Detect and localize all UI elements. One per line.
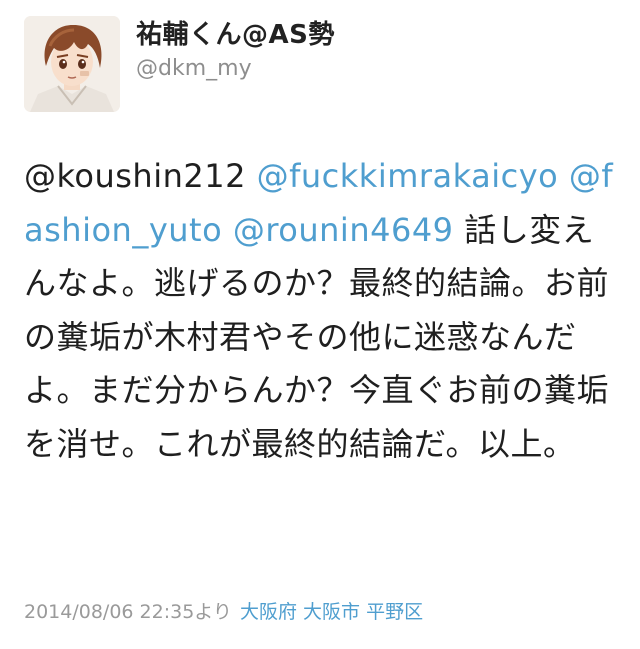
tweet-header: 祐輔くん@AS勢 @dkm_my <box>24 16 616 112</box>
mention-link[interactable]: @koushin212 <box>24 157 246 195</box>
author-names: 祐輔くん@AS勢 @dkm_my <box>136 18 335 84</box>
tweet-timestamp: 2014/08/06 22:35より <box>24 601 232 623</box>
tweet-location[interactable]: 大阪府 大阪市 平野区 <box>240 601 423 623</box>
author-handle[interactable]: @dkm_my <box>136 54 335 84</box>
tweet-text: @koushin212 @fuckkimrakaicyo @fashion_yu… <box>24 150 616 471</box>
user-avatar[interactable] <box>24 16 120 112</box>
mention-link[interactable]: @fuckkimrakaicyo <box>257 157 559 195</box>
mention-link[interactable]: @rounin4649 <box>233 211 454 249</box>
author-display-name[interactable]: 祐輔くん@AS勢 <box>136 18 335 52</box>
anime-boy-avatar-icon <box>24 16 120 112</box>
tweet-footer: 2014/08/06 22:35より 大阪府 大阪市 平野区 <box>24 598 423 626</box>
